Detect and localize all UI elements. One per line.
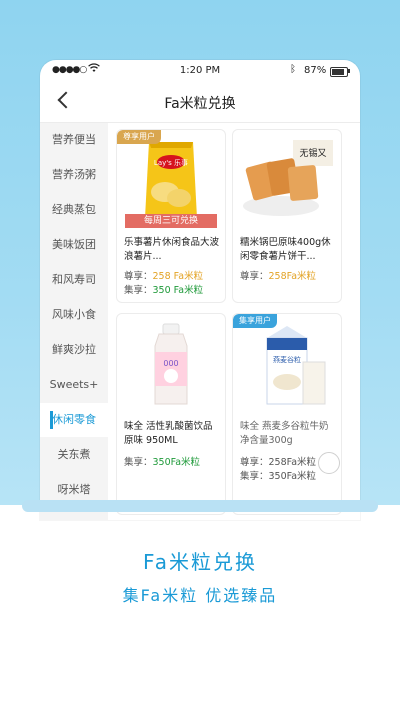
category-sidebar: 营养便当 营养汤粥 经典蒸包 美味饭团 和风寿司 风味小食 鲜爽沙拉 Sweet… [40, 123, 108, 520]
price-row: 集享：350Fa米粒 [124, 457, 201, 468]
status-bar: ●●●●○ 1:20 PM ᛒ 87% [40, 60, 360, 82]
sidebar-item-xiuxianlingshi[interactable]: 休闲零食 [40, 403, 108, 437]
sidebar-item-guandongzhu[interactable]: 关东煮 [40, 438, 108, 472]
product-name: 糯米锅巴原味400g休闲零食薯片饼干... [240, 237, 331, 262]
sidebar-item-meiweifantuan[interactable]: 美味饭团 [40, 228, 108, 262]
phone-frame: ●●●●○ 1:20 PM ᛒ 87% Fa米粒兑换 营养便当 营养汤粥 经典蒸… [40, 60, 360, 520]
sidebar-item-sweets[interactable]: Sweets+ [40, 368, 108, 402]
battery-icon [330, 67, 348, 77]
promo-title: Fa米粒兑换 [143, 550, 257, 574]
redeemed-stamp-icon [318, 452, 340, 474]
product-card[interactable]: 无锡又 糯米锅巴原味400g休闲零食薯片饼干... 尊享：258Fa米粒 [232, 129, 342, 303]
nav-bar: Fa米粒兑换 [40, 82, 360, 123]
svg-text:000: 000 [163, 359, 178, 368]
weekly-ribbon: 每周三可兑换 [125, 214, 217, 228]
product-name: 乐事薯片休闲食品大波浪薯片... [124, 237, 220, 262]
sidebar-item-xianshuangshala[interactable]: 鲜爽沙拉 [40, 333, 108, 367]
sidebar-item-yingyangtangzhou[interactable]: 营养汤粥 [40, 158, 108, 192]
battery-percent: 87% [304, 65, 327, 76]
sidebar-item-hefengshousi[interactable]: 和风寿司 [40, 263, 108, 297]
promo-subtitle: 集Fa米粒 优选臻品 [122, 586, 278, 605]
product-image-chips: Lay's 乐事 [145, 142, 197, 218]
sidebar-item-jingdianzhengbao[interactable]: 经典蒸包 [40, 193, 108, 227]
svg-text:无锡又: 无锡又 [299, 148, 326, 159]
product-image-oat-milk: 燕麦谷粒 [266, 326, 326, 405]
svg-text:Lay's 乐事: Lay's 乐事 [154, 158, 188, 167]
price-row: 尊享：258Fa米粒 [240, 271, 317, 282]
price-row: 集享：350Fa米粒 [240, 471, 317, 482]
sidebar-item-fengweixiaoshi[interactable]: 风味小食 [40, 298, 108, 332]
product-card[interactable]: Lay's 乐事 尊享用户 每周三可兑换 乐事薯片休闲食品大波浪薯片... 尊享… [116, 129, 226, 303]
product-name: 味全 燕麦多谷粒牛奶净含量300g [240, 421, 329, 446]
price-row: 尊享：258Fa米粒 [240, 457, 317, 468]
tag-premium-user: 尊享用户 [117, 130, 161, 144]
product-name: 味全 活性乳酸菌饮品原味 950ML [124, 421, 213, 446]
product-image-crackers: 无锡又 [243, 140, 333, 216]
phone-base-strip [22, 500, 378, 512]
price-row: 尊享：258 Fa米粒 [124, 271, 204, 282]
product-card[interactable]: 000 味全 活性乳酸菌饮品原味 950ML 集享：350Fa米粒 [116, 313, 226, 515]
sidebar-item-yingyangbiandang[interactable]: 营养便当 [40, 123, 108, 157]
product-card[interactable]: 燕麦谷粒 集享用户 味全 燕麦多谷粒牛奶净含量300g 尊享：258Fa米粒 集… [232, 313, 342, 515]
product-image-yogurt-drink: 000 [154, 323, 188, 405]
page-title: Fa米粒兑换 [164, 96, 236, 112]
price-row: 集享：350 Fa米粒 [124, 285, 204, 296]
tag-member-user: 集享用户 [233, 314, 277, 328]
bluetooth-icon: ᛒ [290, 64, 296, 75]
svg-text:燕麦谷粒: 燕麦谷粒 [273, 355, 301, 364]
product-grid: Lay's 乐事 尊享用户 每周三可兑换 乐事薯片休闲食品大波浪薯片... 尊享… [108, 123, 360, 520]
